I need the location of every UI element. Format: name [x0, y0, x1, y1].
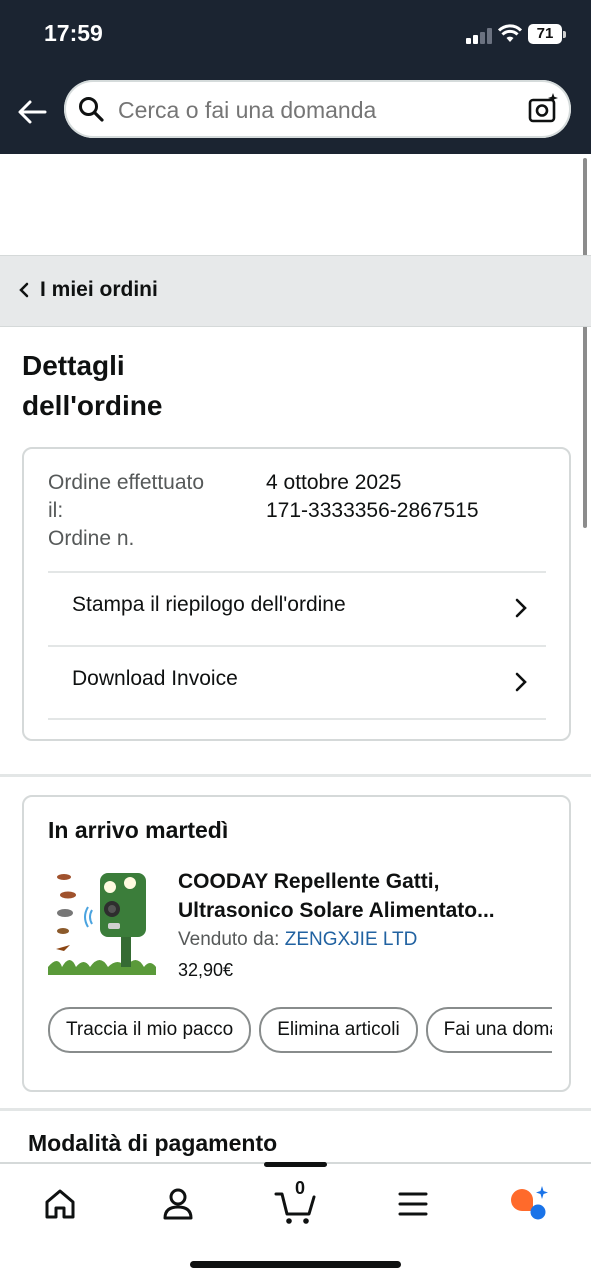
ask-question-button[interactable]: Fai una domanda: [425, 1007, 552, 1053]
breadcrumb[interactable]: I miei ordini: [0, 255, 591, 327]
breadcrumb-my-orders[interactable]: I miei ordini: [40, 278, 158, 302]
action-chips[interactable]: Traccia il mio pacco Elimina articoli Fai …: [48, 1007, 552, 1055]
cart-button[interactable]: 0: [274, 1178, 318, 1226]
search-bar[interactable]: [64, 80, 571, 140]
rufus-assistant-icon[interactable]: [507, 1182, 551, 1226]
page-scrollbar[interactable]: [583, 158, 587, 528]
product-image[interactable]: [48, 867, 156, 975]
battery-indicator: 71: [528, 24, 562, 44]
home-icon[interactable]: [38, 1182, 82, 1226]
seller-info: Venduto da: ZENGXJIE LTD: [178, 929, 417, 951]
delete-items-button[interactable]: Elimina articoli: [259, 1007, 418, 1053]
product-title-line2: Ultrasonico Solare Alimentato...: [178, 899, 495, 922]
seller-link[interactable]: ZENGXJIE LTD: [285, 929, 418, 950]
account-icon[interactable]: [156, 1182, 200, 1226]
status-time: 17:59: [44, 20, 103, 46]
order-info-card: Ordine effettuato il: Ordine n. 4 ottobr…: [22, 447, 571, 741]
battery-tip: [563, 31, 566, 38]
chevron-right-icon: [515, 598, 527, 618]
cart-count: 0: [295, 1178, 306, 1198]
product-title[interactable]: COODAY Repellente Gatti, Ultrasonico Sol…: [178, 867, 538, 925]
search-icon: [79, 97, 104, 122]
order-date-label-line2: il:: [48, 499, 64, 522]
section-divider: [0, 774, 591, 777]
product-price: 32,90€: [178, 960, 234, 980]
order-date-value: 4 ottobre 2025: [266, 471, 402, 494]
divider: [48, 718, 546, 720]
payment-method-title: Modalità di pagamento: [28, 1130, 278, 1156]
print-summary-label: Stampa il riepilogo dell'ordine: [72, 593, 346, 616]
wifi-icon: [498, 24, 522, 42]
order-number-label: Ordine n.: [48, 527, 135, 550]
search-input[interactable]: [116, 80, 520, 140]
download-invoice-link[interactable]: Download Invoice: [48, 645, 546, 719]
order-number-value: 171-3333356-2867515: [266, 499, 479, 522]
section-divider: [0, 1108, 591, 1111]
track-package-button[interactable]: Traccia il mio pacco: [48, 1007, 252, 1053]
back-arrow-icon[interactable]: [16, 96, 48, 128]
delivery-card: In arrivo martedì COODAY Repellente Gatt…: [22, 795, 571, 1092]
page-title-line2: dell'ordine: [22, 390, 163, 421]
active-tab-indicator: [264, 1162, 327, 1167]
page-title-line1: Dettagli: [22, 350, 125, 381]
page-title: Dettagli dell'ordine: [22, 346, 322, 426]
product-title-line1: COODAY Repellente Gatti,: [178, 870, 440, 893]
menu-icon[interactable]: [391, 1182, 435, 1226]
camera-search-icon[interactable]: [527, 92, 559, 124]
order-date-label-line1: Ordine effettuato: [48, 471, 205, 494]
cellular-signal-icon: [466, 28, 494, 44]
home-indicator: [190, 1261, 401, 1268]
chevron-left-icon: [19, 282, 29, 298]
download-invoice-label: Download Invoice: [72, 667, 238, 690]
delivery-title: In arrivo martedì: [48, 817, 229, 843]
print-summary-link[interactable]: Stampa il riepilogo dell'ordine: [48, 571, 546, 645]
chevron-right-icon: [515, 672, 527, 692]
seller-label: Venduto da:: [178, 929, 280, 950]
header-bar: 17:59 71: [0, 0, 591, 154]
